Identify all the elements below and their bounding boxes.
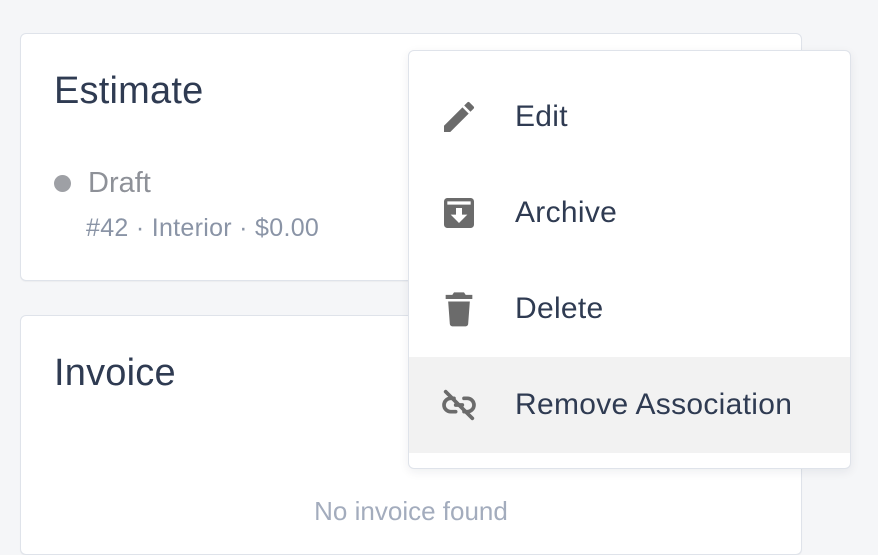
menu-item-archive[interactable]: Archive — [409, 165, 850, 261]
menu-item-label: Delete — [515, 292, 604, 325]
trash-icon — [439, 289, 479, 329]
menu-item-delete[interactable]: Delete — [409, 261, 850, 357]
estimate-meta: #42 · Interior · $0.00 — [86, 214, 320, 242]
menu-item-remove-association[interactable]: Remove Association — [409, 357, 850, 453]
invoice-title: Invoice — [54, 352, 176, 394]
menu-item-edit[interactable]: Edit — [409, 69, 850, 165]
context-menu: Edit Archive Delete Remove Association — [408, 50, 851, 469]
archive-icon — [439, 193, 479, 233]
estimate-title: Estimate — [54, 70, 204, 112]
status-label: Draft — [88, 167, 151, 199]
pencil-icon — [439, 97, 479, 137]
invoice-empty-text: No invoice found — [314, 496, 508, 526]
estimate-status: Draft — [54, 167, 151, 200]
menu-item-label: Archive — [515, 196, 618, 229]
unlink-icon — [439, 385, 479, 425]
menu-item-label: Remove Association — [515, 388, 793, 421]
status-dot-icon — [54, 175, 71, 192]
menu-item-label: Edit — [515, 100, 568, 133]
